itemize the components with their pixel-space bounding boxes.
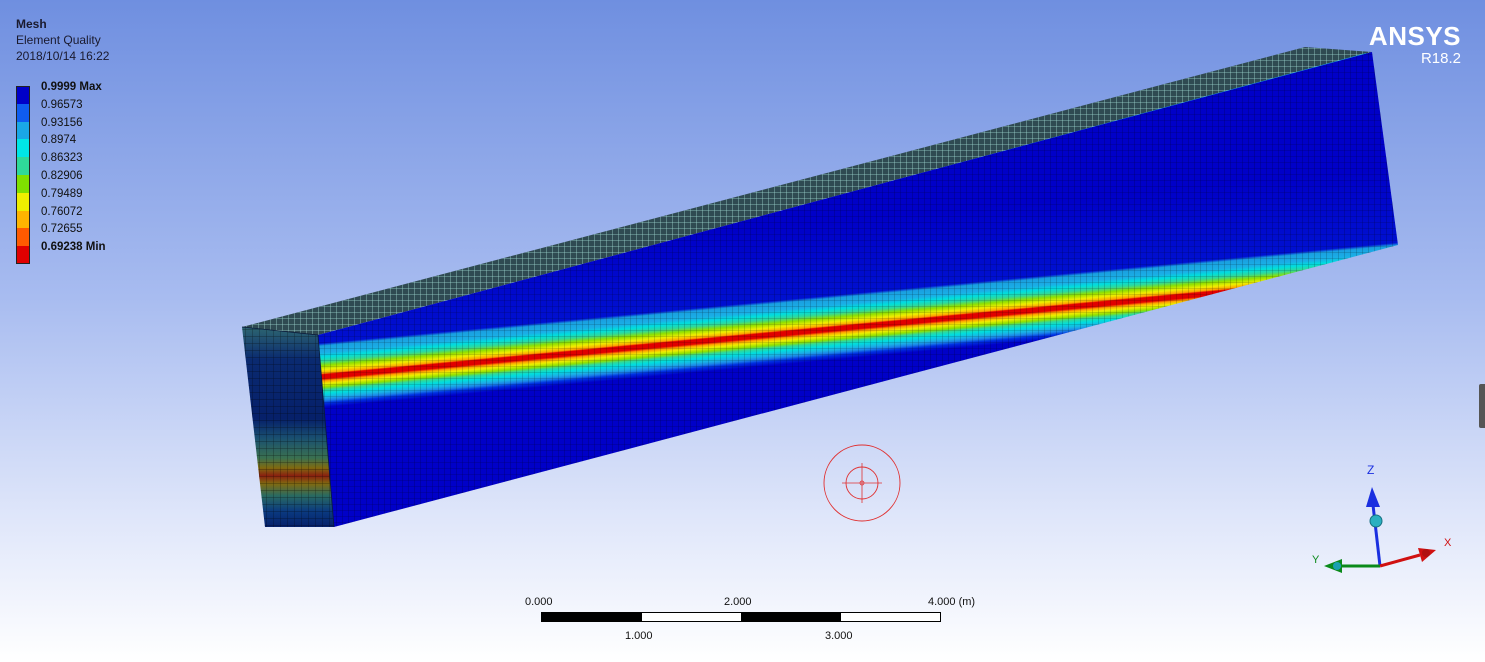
legend-swatch — [16, 192, 30, 211]
result-subtitle: Element Quality — [16, 33, 101, 47]
legend-swatch — [16, 157, 30, 175]
legend-label[interactable]: 0.8974 — [41, 134, 76, 146]
scale-label-3: 3.000 — [825, 630, 853, 642]
scale-label-4: 4.000 (m) — [928, 596, 976, 608]
legend-label[interactable]: 0.79489 — [41, 188, 83, 200]
rotation-center-marker — [823, 444, 901, 522]
result-title: Mesh — [16, 17, 47, 31]
legend-label[interactable]: 0.76072 — [41, 206, 83, 218]
logo-version: R18.2 — [1420, 50, 1461, 67]
result-info-block: Mesh Element Quality 2018/10/14 16:22 — [16, 16, 109, 64]
scale-segment — [741, 613, 841, 621]
scale-segment — [542, 613, 642, 621]
legend-swatch — [16, 246, 30, 264]
beam-end-face — [241, 326, 335, 528]
triad-z-label: Z — [1367, 463, 1375, 477]
result-timestamp: 2018/10/14 16:22 — [16, 49, 110, 63]
legend-swatch — [16, 174, 30, 193]
graphics-viewport[interactable]: Z Y X Mesh Element Quality 2018/10/14 16… — [0, 0, 1485, 662]
legend-row: 0.69238 Min — [16, 241, 106, 264]
panel-resize-handle[interactable] — [1479, 384, 1485, 428]
z-axis-arrow-icon — [1366, 487, 1380, 507]
legend-label[interactable]: 0.72655 — [41, 223, 83, 235]
triad-center-sphere-icon — [1369, 514, 1383, 528]
legend-swatch — [16, 210, 30, 229]
scale-label-1: 1.000 — [625, 630, 653, 642]
scale-track — [541, 612, 941, 622]
triad-x-label: X — [1444, 537, 1452, 549]
legend-swatch — [16, 86, 30, 104]
legend-swatch — [16, 103, 30, 122]
legend-label[interactable]: 0.93156 — [41, 117, 83, 129]
ansys-logo: ANSYS R18.2 — [1369, 22, 1461, 68]
legend-swatch — [16, 139, 30, 158]
scale-label-0: 0.000 — [525, 596, 553, 608]
legend-swatch — [16, 121, 30, 140]
scale-segment — [641, 613, 741, 621]
legend-label[interactable]: 0.96573 — [41, 99, 83, 111]
mesh-model-view[interactable] — [0, 0, 1485, 662]
scale-label-2: 2.000 — [724, 596, 752, 608]
legend-label[interactable]: 0.86323 — [41, 152, 83, 164]
scale-segment — [840, 613, 940, 621]
legend-label[interactable]: 0.82906 — [41, 170, 83, 182]
coordinate-triad[interactable] — [1324, 487, 1436, 573]
legend-swatch — [16, 228, 30, 247]
legend-label[interactable]: 0.69238 Min — [41, 241, 106, 253]
legend-label[interactable]: 0.9999 Max — [41, 81, 102, 93]
color-legend[interactable]: 0.9999 Max 0.96573 0.93156 0.8974 0.86323 0.8… — [16, 81, 106, 264]
triad-y-label: Y — [1312, 554, 1320, 566]
scale-ruler: 0.000 2.000 4.000 (m) 1.000 3.000 — [520, 594, 980, 650]
logo-brand: ANSYS — [1368, 21, 1461, 51]
